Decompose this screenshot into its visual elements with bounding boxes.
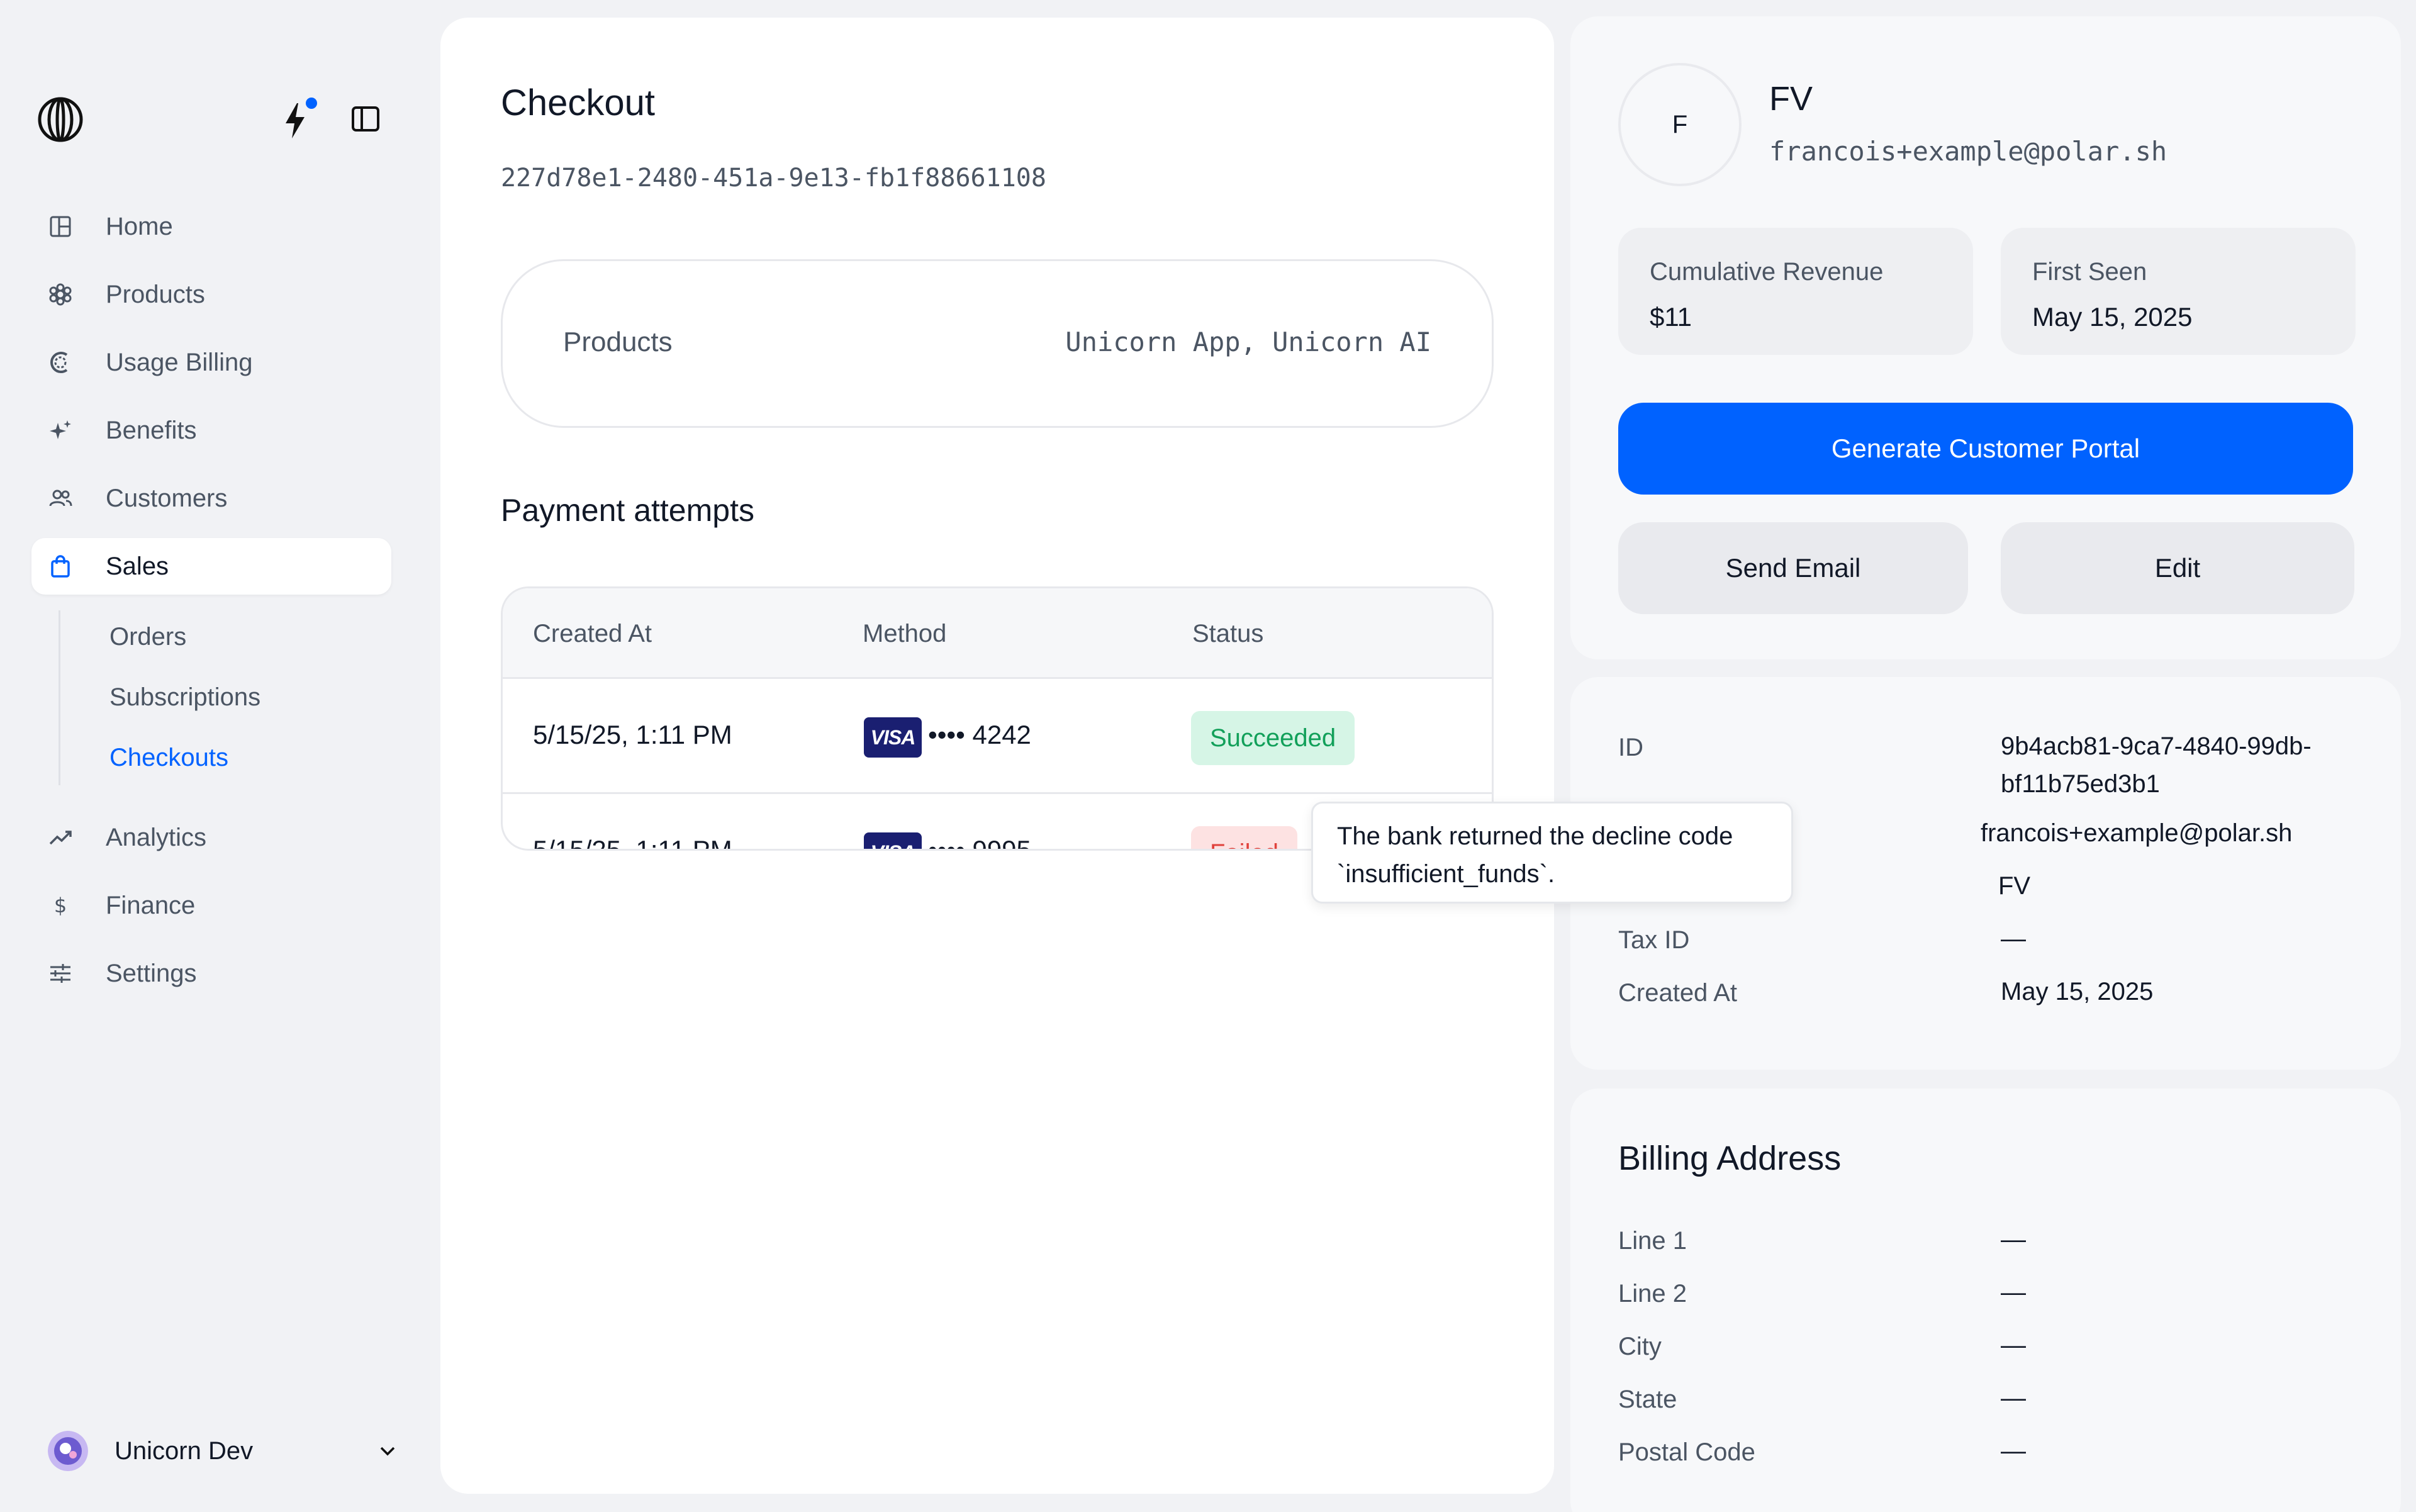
home-icon	[47, 213, 74, 240]
billing-value: —	[2001, 1384, 2026, 1412]
decline-code-tooltip: The bank returned the decline code `insu…	[1311, 802, 1793, 904]
notification-dot	[306, 98, 317, 109]
products-label: Products	[563, 327, 673, 357]
column-header-created-at[interactable]: Created At	[533, 620, 652, 648]
subnav-item-checkouts[interactable]: Checkouts	[109, 744, 228, 772]
nav-item-customers[interactable]: Customers	[31, 470, 391, 527]
people-icon	[47, 484, 74, 512]
organization-switcher[interactable]: Unicorn Dev	[48, 1430, 400, 1472]
sidebar: Home Products Usage Billing Benefits Cus…	[0, 0, 428, 1512]
customer-avatar: F	[1618, 63, 1742, 186]
billing-label: State	[1618, 1386, 1677, 1413]
nav-label: Finance	[106, 891, 196, 919]
dollar-icon: $	[47, 892, 74, 919]
detail-value: —	[2001, 925, 2026, 953]
visa-card-icon: VISA	[864, 717, 922, 758]
detail-value: francois+example@polar.sh	[1981, 819, 2293, 847]
status-badge: Succeeded	[1191, 711, 1355, 765]
customer-name: FV	[1769, 80, 1813, 118]
nav-label: Sales	[106, 552, 169, 580]
nav-item-home[interactable]: Home	[31, 198, 391, 255]
column-header-status[interactable]: Status	[1192, 620, 1263, 648]
detail-label: Created At	[1618, 979, 1738, 1007]
nav-label: Analytics	[106, 823, 207, 851]
svg-text:$: $	[54, 893, 67, 917]
stat-value: $11	[1650, 302, 1692, 332]
column-header-method[interactable]: Method	[863, 620, 946, 648]
billing-address-title: Billing Address	[1618, 1140, 1842, 1177]
generate-customer-portal-button[interactable]: Generate Customer Portal	[1618, 403, 2353, 495]
billing-label: Postal Code	[1618, 1438, 1755, 1466]
subnav-item-subscriptions[interactable]: Subscriptions	[109, 683, 260, 712]
billing-label: Line 2	[1618, 1280, 1687, 1308]
nav-item-settings[interactable]: Settings	[31, 945, 391, 1002]
products-summary: Products Unicorn App, Unicorn AI	[501, 259, 1494, 428]
stat-label: First Seen	[2032, 258, 2147, 286]
stat-first-seen: First Seen May 15, 2025	[2001, 228, 2356, 355]
nav-item-benefits[interactable]: Benefits	[31, 402, 391, 459]
trend-icon	[47, 824, 74, 851]
stat-value: May 15, 2025	[2032, 302, 2193, 332]
created-at-cell: 5/15/25, 1:11 PM	[533, 720, 732, 749]
nav-label: Customers	[106, 484, 228, 512]
detail-value: FV	[1998, 872, 2031, 900]
send-email-button[interactable]: Send Email	[1618, 522, 1968, 614]
sliders-icon	[47, 960, 74, 987]
nav-label: Usage Billing	[106, 348, 253, 376]
chevron-down-icon	[380, 1447, 395, 1456]
shopping-bag-icon	[47, 552, 74, 580]
subnav-divider	[59, 610, 60, 785]
detail-label: ID	[1618, 734, 1643, 761]
customer-email: francois+example@polar.sh	[1769, 136, 2167, 167]
card-number: •••• 4242	[928, 720, 1031, 749]
nav-label: Home	[106, 212, 173, 240]
table-header: Created At Method Status	[503, 588, 1492, 679]
org-avatar	[48, 1431, 88, 1471]
nav-item-analytics[interactable]: Analytics	[31, 809, 391, 866]
sidebar-toggle-icon[interactable]	[351, 104, 380, 133]
billing-label: City	[1618, 1333, 1662, 1360]
billing-value: —	[2001, 1279, 2026, 1306]
billing-label: Line 1	[1618, 1227, 1687, 1255]
nav-item-products[interactable]: Products	[31, 266, 391, 323]
nav-label: Benefits	[106, 416, 197, 444]
products-icon	[47, 281, 74, 308]
visa-card-icon: VISA	[864, 832, 922, 849]
usage-billing-icon	[47, 349, 74, 376]
polar-logo-icon[interactable]	[36, 96, 84, 143]
detail-value: 9b4acb81-9ca7-4840-99db-bf11b75ed3b1	[2001, 732, 2312, 798]
nav-item-usage-billing[interactable]: Usage Billing	[31, 334, 391, 391]
products-value: Unicorn App, Unicorn AI	[1065, 327, 1431, 357]
table-row[interactable]: 5/15/25, 1:11 PM VISA •••• 4242 Succeede…	[503, 681, 1492, 794]
billing-address-card: Billing Address Line 1 — Line 2 — City —…	[1570, 1089, 2401, 1512]
org-name: Unicorn Dev	[115, 1436, 254, 1465]
stat-label: Cumulative Revenue	[1650, 258, 1884, 286]
stat-cumulative-revenue: Cumulative Revenue $11	[1618, 228, 1973, 355]
edit-button[interactable]: Edit	[2001, 522, 2354, 614]
nav-item-finance[interactable]: $ Finance	[31, 877, 391, 934]
nav-label: Settings	[106, 959, 197, 987]
billing-value: —	[2001, 1437, 2026, 1465]
checkout-id: 227d78e1-2480-451a-9e13-fb1f88661108	[501, 164, 1046, 193]
subnav-item-orders[interactable]: Orders	[109, 623, 186, 651]
sparkles-icon	[47, 417, 74, 444]
status-badge[interactable]: Failed	[1191, 826, 1297, 849]
nav-item-sales[interactable]: Sales	[31, 538, 391, 595]
bolt-icon[interactable]	[279, 101, 311, 141]
detail-label: Tax ID	[1618, 926, 1690, 954]
billing-value: —	[2001, 1331, 2026, 1359]
page-title: Checkout	[501, 82, 656, 123]
customer-card: F FV francois+example@polar.sh Cumulativ…	[1570, 16, 2401, 659]
payment-attempts-title: Payment attempts	[501, 493, 754, 528]
checkout-card: Checkout 227d78e1-2480-451a-9e13-fb1f886…	[440, 18, 1554, 1494]
billing-value: —	[2001, 1226, 2026, 1253]
card-number: •••• 9995	[928, 835, 1031, 851]
nav-label: Products	[106, 280, 205, 308]
detail-value: May 15, 2025	[2001, 978, 2154, 1005]
created-at-cell: 5/15/25, 1:11 PM	[533, 835, 732, 851]
